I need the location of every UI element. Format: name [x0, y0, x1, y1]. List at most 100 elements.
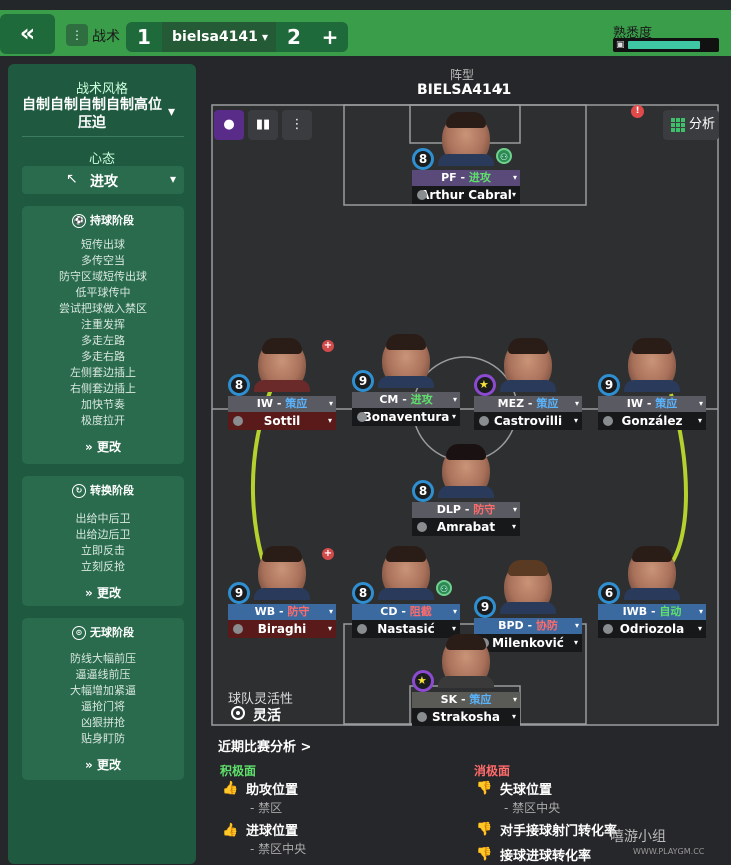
instruction-item: 短传出球 [81, 238, 125, 251]
tactic-label: 战术 [92, 29, 120, 45]
rating-badge: 6 [598, 582, 620, 604]
add-icon[interactable]: + [322, 548, 334, 560]
tactic-view-button[interactable]: ⋮ [282, 110, 312, 140]
tab-1[interactable]: 1 [126, 22, 162, 52]
negative-item: 对手接球射门转化率 [500, 824, 618, 839]
instruction-item: 防守区域短传出球 [59, 270, 147, 283]
player-card[interactable]: 6 IWB - 自动 ▾ Odriozola ▾ [598, 546, 706, 646]
player-card[interactable]: 8 + IW - 策应 ▾ Sottil ▾ [228, 338, 336, 438]
player-name[interactable]: González ▾ [598, 412, 706, 430]
instruction-item: 多走右路 [81, 350, 125, 363]
player-card[interactable]: 8 ⚇ CD - 阻截 ▾ Nastasić ▾ [352, 546, 460, 646]
rating-badge: 9 [474, 596, 496, 618]
in-possession-title: ⚽ 持球阶段 [22, 212, 184, 228]
player-portrait [254, 546, 310, 600]
chevron-down-icon[interactable]: ▾ [497, 84, 503, 97]
role-status-icon: ⚇ [436, 580, 452, 596]
in-possession-panel: ⚽ 持球阶段 短传出球 多传空当 防守区域短传出球 低平球传中 尝试把球做入禁区 … [22, 206, 184, 464]
team-flexibility-value[interactable]: 灵活 [253, 705, 281, 725]
style-title: 战术风格 [75, 82, 128, 97]
rating-badge: 8 [412, 480, 434, 502]
instruction-item: 防线大幅前压 [70, 652, 136, 665]
player-icon [603, 624, 613, 634]
change-label: 更改 [96, 586, 121, 600]
negatives-title: 消极面 [474, 764, 511, 778]
role-label[interactable]: IWB - 自动 ▾ [598, 604, 706, 620]
player-card[interactable]: 8 ⚇ PF - 进攻 ▾ Arthur Cabral ▾ [412, 112, 520, 212]
role-label[interactable]: WB - 防守 ▾ [228, 604, 336, 620]
role-label[interactable]: SK - 策应 ▾ [412, 692, 520, 708]
player-portrait [624, 338, 680, 392]
stats-view-button[interactable]: ▮▮ [248, 110, 278, 140]
instruction-item: 凶狠拼抢 [81, 716, 125, 729]
role-label[interactable]: MEZ - 策应 ▾ [474, 396, 582, 412]
player-name[interactable]: Arthur Cabral ▾ [412, 186, 520, 204]
role-label[interactable]: DLP - 防守 ▾ [412, 502, 520, 518]
player-card[interactable]: ★ SK - 策应 ▾ Strakosha ▾ [412, 634, 520, 734]
star-icon: ★ [417, 674, 427, 687]
instruction-item: 右侧套边插上 [70, 382, 136, 395]
recent-match-analysis-link[interactable]: 近期比赛分析 > [218, 736, 311, 755]
player-card[interactable]: 9 + WB - 防守 ▾ Biraghi ▾ [228, 546, 336, 646]
watermark: 嘻游小组 [610, 829, 666, 845]
player-icon [417, 190, 427, 200]
instruction-item: 逼逼线前压 [75, 668, 131, 681]
player-portrait [378, 334, 434, 388]
chevron-down-icon[interactable]: ▾ [168, 104, 175, 120]
mentality-icon: ↖ [66, 171, 78, 187]
familiarity-icon: ▣ [616, 40, 625, 50]
mentality-select[interactable]: ↖ 进攻 ▾ [22, 166, 184, 194]
negative-item: 失球位置 [500, 783, 553, 798]
formation-title: 阵型 [450, 68, 475, 82]
grid-icon [671, 118, 685, 132]
role-label[interactable]: BPD - 协防 ▾ [474, 618, 582, 634]
thumbs-up-icon: 👍 [222, 823, 239, 838]
role-label[interactable]: CM - 进攻 ▾ [352, 392, 460, 408]
change-label: 更改 [96, 440, 121, 454]
player-portrait [500, 560, 556, 614]
negative-item: 接球进球转化率 [500, 849, 592, 864]
style-name[interactable]: 自制自制自制自制高位压迫 [22, 96, 162, 132]
change-out-possession-button[interactable]: » 更改 [22, 756, 184, 773]
thumbs-up-icon: 👍 [222, 781, 239, 796]
negative-item-detail: - 禁区中央 [504, 801, 561, 815]
thumbs-down-icon: 👎 [476, 781, 493, 796]
player-name[interactable]: Bonaventura ▾ [352, 408, 460, 426]
tab-active[interactable]: bielsa4141 ▾ [162, 22, 276, 52]
rating-badge: 9 [598, 374, 620, 396]
add-icon[interactable]: + [322, 340, 334, 352]
player-name[interactable]: Biraghi ▾ [228, 620, 336, 638]
change-transition-button[interactable]: » 更改 [22, 584, 184, 601]
instruction-item: 出给边后卫 [75, 528, 131, 541]
change-in-possession-button[interactable]: » 更改 [22, 438, 184, 455]
role-label[interactable]: IW - 策应 ▾ [598, 396, 706, 412]
player-portrait [438, 634, 494, 688]
tactic-tabs: 1 bielsa4141 ▾ 2 + [126, 22, 348, 52]
player-name[interactable]: Sottil ▾ [228, 412, 336, 430]
familiarity-bar[interactable]: ▣ [613, 38, 719, 52]
player-card[interactable]: 8 DLP - 防守 ▾ Amrabat ▾ [412, 444, 520, 544]
player-name[interactable]: Amrabat ▾ [412, 518, 520, 536]
analysis-button[interactable]: 分析 [663, 110, 719, 140]
instruction-item: 贴身盯防 [81, 732, 125, 745]
player-name[interactable]: Strakosha ▾ [412, 708, 520, 726]
out-possession-title: ⊙ 无球阶段 [22, 624, 184, 640]
positive-item-detail: - 禁区中央 [250, 842, 307, 856]
role-label[interactable]: CD - 阻截 ▾ [352, 604, 460, 620]
player-card[interactable]: 9 CM - 进攻 ▾ Bonaventura ▾ [352, 334, 460, 434]
mentality-value: 进攻 [90, 174, 118, 190]
role-label[interactable]: IW - 策应 ▾ [228, 396, 336, 412]
add-tactic-button[interactable]: + [312, 22, 348, 52]
player-card[interactable]: ★ MEZ - 策应 ▾ Castrovilli ▾ [474, 338, 582, 438]
role-label[interactable]: PF - 进攻 ▾ [412, 170, 520, 186]
transition-panel: ↻ 转换阶段 出给中后卫 出给边后卫 立即反击 立刻反抢 » 更改 [22, 476, 184, 606]
player-view-button[interactable]: ● [214, 110, 244, 140]
player-name[interactable]: Castrovilli ▾ [474, 412, 582, 430]
alert-icon[interactable]: ! [631, 105, 644, 118]
tab-2[interactable]: 2 [276, 22, 312, 52]
divider [22, 136, 184, 137]
player-card[interactable]: 9 IW - 策应 ▾ González ▾ [598, 338, 706, 438]
player-name[interactable]: Odriozola ▾ [598, 620, 706, 638]
transition-title: ↻ 转换阶段 [22, 482, 184, 498]
back-button[interactable]: « [0, 14, 55, 54]
